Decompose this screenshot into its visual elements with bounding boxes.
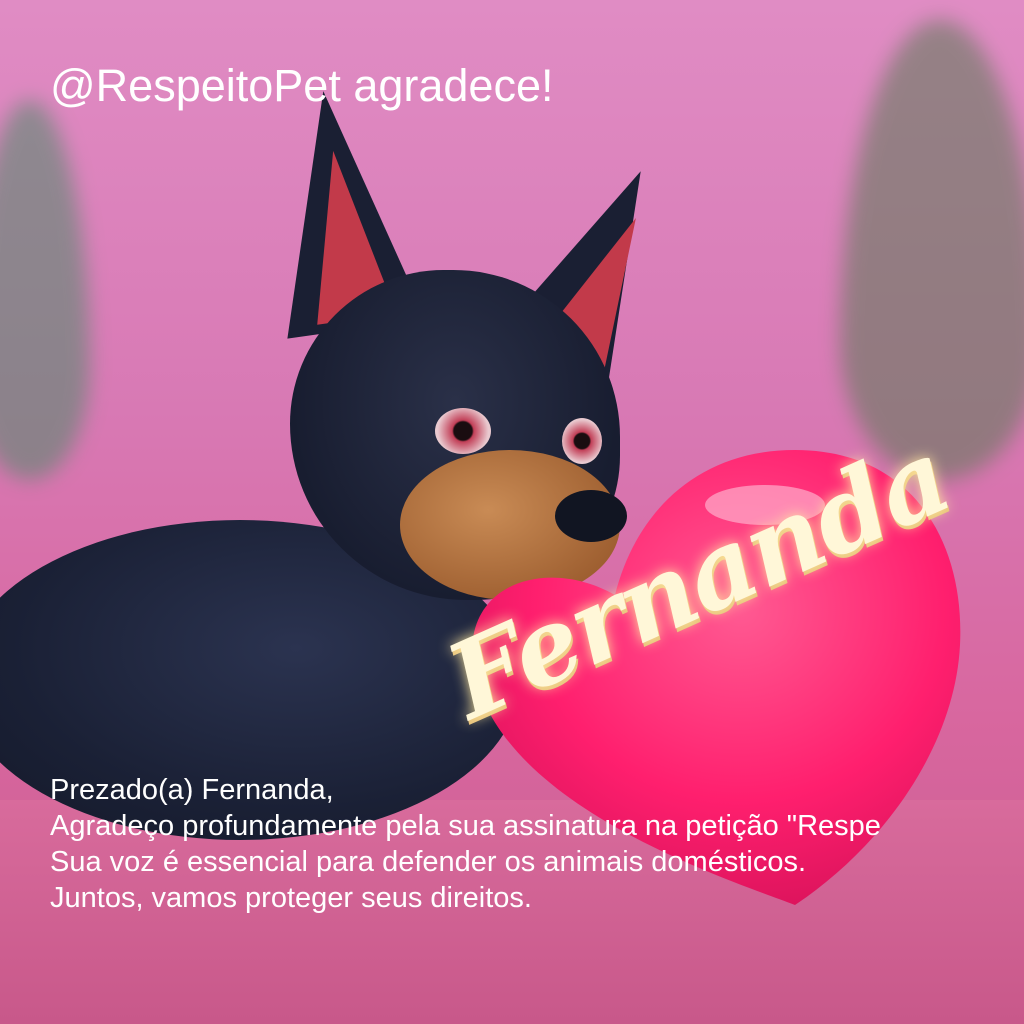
- message-line-together: Juntos, vamos proteger seus direitos.: [50, 882, 532, 914]
- message-line-greeting: Prezado(a) Fernanda,: [50, 774, 334, 806]
- message-line-voice: Sua voz é essencial para defender os ani…: [50, 846, 807, 878]
- plant-right: [840, 20, 1024, 480]
- page-title: @RespeitoPet agradece!: [50, 60, 554, 111]
- message-line-thanks: Agradeço profundamente pela sua assinatu…: [50, 810, 881, 842]
- plant-left: [0, 100, 90, 480]
- thank-you-message: Prezado(a) Fernanda, Agradeço profundame…: [50, 772, 1024, 916]
